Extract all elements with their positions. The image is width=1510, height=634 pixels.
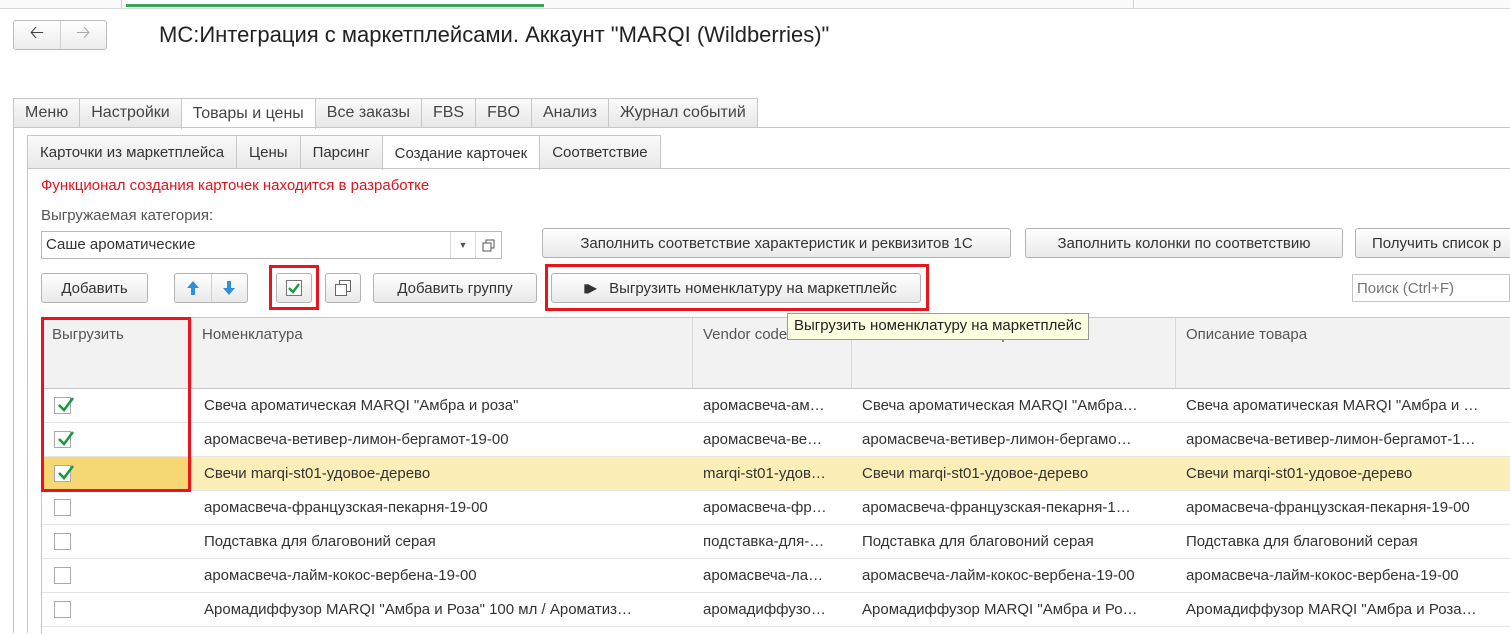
check-all-icon [286, 280, 302, 296]
tab-fbo[interactable]: FBO [475, 98, 532, 127]
main-tab-divider [13, 127, 1510, 128]
category-label: Выгружаемая категория: [41, 207, 214, 224]
tooltip: Выгрузить номенклатуру на маркетплейс [787, 313, 1089, 340]
open-form-icon[interactable] [475, 232, 501, 258]
cell-nomenclature: Свеча ароматическая MARQI "Амбра и роза" [204, 397, 519, 414]
cell-export [42, 525, 192, 558]
tab-prices[interactable]: Цены [236, 135, 301, 168]
cell-nomenclature: Подставка для благовоний серая [204, 533, 436, 550]
export-checkbox[interactable] [54, 601, 71, 618]
column-header-nomenclature[interactable]: Номенклатура [192, 318, 693, 389]
export-to-marketplace-button[interactable]: ▮▶ Выгрузить номенклатуру на маркетплейс [551, 273, 921, 303]
cell-vendor-code: аромадиффузо… [703, 601, 826, 618]
tab-parsing[interactable]: Парсинг [299, 135, 383, 168]
cell-vendor-code: аромасвеча-ла… [703, 567, 824, 584]
cell-vendor-code: аромасвеча-ам… [703, 397, 825, 414]
table-row[interactable]: Свеча ароматическая MARQI "Амбра и роза"… [42, 389, 1510, 423]
cell-description: Подставка для благовоний серая [1186, 533, 1418, 550]
export-checkbox[interactable] [54, 567, 71, 584]
cell-vendor-code: аромасвеча-фр… [703, 499, 827, 516]
active-window-indicator [126, 0, 544, 7]
table-row[interactable]: Аромадиффузор MARQI "Амбра и Роза" 100 м… [42, 593, 1510, 627]
tab-analysis[interactable]: Анализ [530, 98, 609, 127]
cell-description: аромасвеча-ветивер-лимон-бергамот-1… [1186, 431, 1476, 448]
column-header-description[interactable]: Описание товара [1176, 318, 1510, 389]
chevron-down-icon[interactable]: ▼ [450, 232, 475, 258]
copy-button[interactable] [325, 273, 361, 303]
check-all-button[interactable] [276, 273, 312, 303]
category-select[interactable]: Саше ароматические ▼ [41, 231, 502, 259]
cell-product-name: Свечи marqi-st01-удовое-дерево [862, 465, 1089, 482]
dev-warning: Функционал создания карточек находится в… [41, 177, 430, 194]
add-group-button[interactable]: Добавить группу [373, 273, 537, 303]
cell-vendor-code: marqi-st01-удов… [703, 465, 826, 482]
cell-export [42, 559, 192, 592]
cell-product-name: аромасвеча-ветивер-лимон-бергамо… [862, 431, 1132, 448]
table-row[interactable]: аромасвеча-ветивер-лимон-бергамот-19-00 а… [42, 423, 1510, 457]
cell-product-name: Аромадиффузор MARQI "Амбра и Ро… [862, 601, 1138, 618]
export-icon: ▮▶ [583, 281, 597, 295]
cell-product-name: Свеча ароматическая MARQI "Амбра… [862, 397, 1138, 414]
cell-vendor-code: подставка-для-… [703, 533, 825, 550]
cell-description: Свеча ароматическая MARQI "Амбра и … [1186, 397, 1479, 414]
export-checkbox[interactable] [54, 499, 71, 516]
copy-icon [335, 280, 351, 296]
cell-export [42, 593, 192, 626]
category-value[interactable]: Саше ароматические [42, 232, 450, 258]
sub-tab-divider [27, 168, 1510, 169]
tab-fbs[interactable]: FBS [420, 98, 477, 127]
export-checkbox[interactable] [54, 533, 71, 550]
add-button[interactable]: Добавить [41, 273, 148, 303]
cell-vendor-code: аромасвеча-ве… [703, 431, 823, 448]
tab-all-orders[interactable]: Все заказы [314, 98, 422, 127]
cell-export [42, 491, 192, 524]
tab-menu[interactable]: Меню [13, 98, 81, 127]
page-frame [13, 127, 14, 633]
cell-description: Аромадиффузор MARQI "Амбра и Роза… [1186, 601, 1477, 618]
highlight-export-column [41, 317, 191, 492]
cell-description: аромасвеча-лайм-кокос-вербена-19-00 [1186, 567, 1459, 584]
table-row[interactable]: аромасвеча-лайм-кокос-вербена-19-00 арома… [42, 559, 1510, 593]
tab-settings[interactable]: Настройки [79, 98, 182, 127]
sub-page-frame [27, 168, 28, 633]
top-strip [0, 0, 1510, 9]
cell-nomenclature: аромасвеча-лайм-кокос-вербена-19-00 [204, 567, 477, 584]
history-nav: 🡠 🡢 [13, 20, 107, 50]
cell-nomenclature: Аромадиффузор MARQI "Амбра и Роза" 100 м… [204, 601, 632, 618]
tab-event-log[interactable]: Журнал событий [607, 98, 758, 127]
cell-nomenclature: аромасвеча-французская-пекарня-19-00 [204, 499, 488, 516]
get-list-button[interactable]: Получить список р [1355, 228, 1510, 258]
table-row[interactable]: Подставка для благовоний серая подставка-… [42, 525, 1510, 559]
sub-tab-bar: Карточки из маркетплейса Цены Парсинг Со… [27, 135, 661, 170]
tab-goods-prices[interactable]: Товары и цены [180, 98, 316, 129]
forward-button[interactable]: 🡢 [59, 21, 107, 49]
table-row[interactable]: аромасвеча-французская-пекарня-19-00 аром… [42, 491, 1510, 525]
tab-card-creation[interactable]: Создание карточек [381, 135, 541, 170]
arrow-down-icon [223, 281, 236, 295]
products-table: Выгрузить Номенклатура Vendor code Наиме… [41, 317, 1510, 634]
move-buttons [174, 273, 248, 303]
cell-nomenclature: аромасвеча-ветивер-лимон-бергамот-19-00 [204, 431, 509, 448]
move-down-button[interactable] [212, 274, 248, 302]
arrow-up-icon [186, 281, 199, 295]
back-button[interactable]: 🡠 [14, 21, 60, 49]
arrow-left-icon: 🡠 [29, 22, 45, 42]
search-input[interactable] [1352, 274, 1510, 302]
table-row[interactable]: Свечи marqi-st01-удовое-дерево marqi-st01… [42, 457, 1510, 491]
tab-mapping[interactable]: Соответствие [539, 135, 661, 168]
cell-description: Свечи marqi-st01-удовое-дерево [1186, 465, 1413, 482]
cell-product-name: аромасвеча-французская-пекарня-1… [862, 499, 1131, 516]
cell-product-name: Подставка для благовоний серая [862, 533, 1094, 550]
tab-marketplace-cards[interactable]: Карточки из маркетплейса [27, 135, 238, 168]
window-title: МС:Интеграция с маркетплейсами. Аккаунт … [159, 22, 830, 47]
move-up-button[interactable] [175, 274, 212, 302]
fill-columns-button[interactable]: Заполнить колонки по соответствию [1025, 228, 1343, 258]
fill-characteristics-button[interactable]: Заполнить соответствие характеристик и р… [542, 228, 1011, 258]
export-button-label: Выгрузить номенклатуру на маркетплейс [609, 279, 897, 297]
cell-product-name: аромасвеча-лайм-кокос-вербена-19-00 [862, 567, 1135, 584]
main-tab-bar: Меню Настройки Товары и цены Все заказы … [13, 98, 758, 129]
cell-nomenclature: Свечи marqi-st01-удовое-дерево [204, 465, 431, 482]
arrow-right-icon: 🡢 [75, 22, 91, 42]
cell-description: аромасвеча-французская-пекарня-19-00 [1186, 499, 1470, 516]
